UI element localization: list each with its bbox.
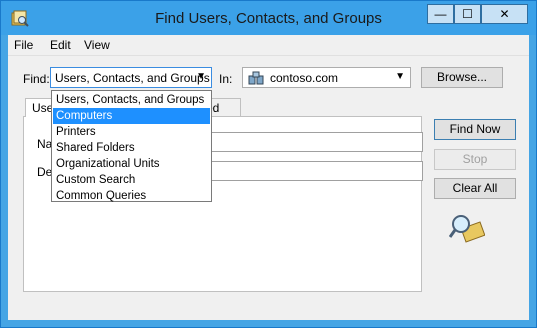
maximize-button[interactable]: ☐	[454, 4, 481, 24]
domain-icon	[248, 71, 264, 85]
browse-button[interactable]: Browse...	[421, 67, 503, 88]
dropdown-option-users-contacts-groups[interactable]: Users, Contacts, and Groups	[53, 92, 210, 108]
find-now-button[interactable]: Find Now	[434, 119, 516, 140]
magnifier-icon	[449, 215, 485, 243]
dropdown-option-printers[interactable]: Printers	[53, 124, 210, 140]
dropdown-option-shared-folders[interactable]: Shared Folders	[53, 140, 210, 156]
menu-edit[interactable]: Edit	[50, 38, 71, 52]
close-button[interactable]: ✕	[481, 4, 528, 24]
clear-all-button[interactable]: Clear All	[434, 178, 516, 199]
menu-bar: File Edit View	[8, 35, 529, 56]
find-type-select[interactable]: Users, Contacts, and Groups ▼	[50, 67, 212, 88]
stop-button[interactable]: Stop	[434, 149, 516, 170]
dialog-client-area: File Edit View Find: Users, Contacts, an…	[8, 35, 529, 320]
minimize-button[interactable]: —	[427, 4, 454, 24]
dropdown-option-common-queries[interactable]: Common Queries	[53, 188, 210, 204]
find-type-value: Users, Contacts, and Groups	[55, 71, 210, 85]
description-field[interactable]	[206, 161, 423, 181]
title-bar[interactable]: Find Users, Contacts, and Groups — ☐ ✕	[1, 1, 536, 35]
dropdown-option-computers[interactable]: Computers	[53, 108, 210, 124]
menu-view[interactable]: View	[84, 38, 110, 52]
in-domain-value: contoso.com	[270, 71, 339, 85]
in-domain-select[interactable]: contoso.com ▼	[242, 67, 411, 88]
in-label: In:	[219, 72, 233, 86]
dropdown-option-custom-search[interactable]: Custom Search	[53, 172, 210, 188]
chevron-down-icon: ▼	[196, 71, 206, 82]
find-type-dropdown-list[interactable]: Users, Contacts, and Groups Computers Pr…	[51, 90, 212, 202]
find-label: Find:	[23, 72, 50, 86]
dropdown-option-organizational-units[interactable]: Organizational Units	[53, 156, 210, 172]
find-dialog-window: Find Users, Contacts, and Groups — ☐ ✕ F…	[0, 0, 537, 328]
name-field[interactable]	[206, 132, 423, 152]
chevron-down-icon: ▼	[395, 71, 405, 82]
menu-file[interactable]: File	[14, 38, 33, 52]
